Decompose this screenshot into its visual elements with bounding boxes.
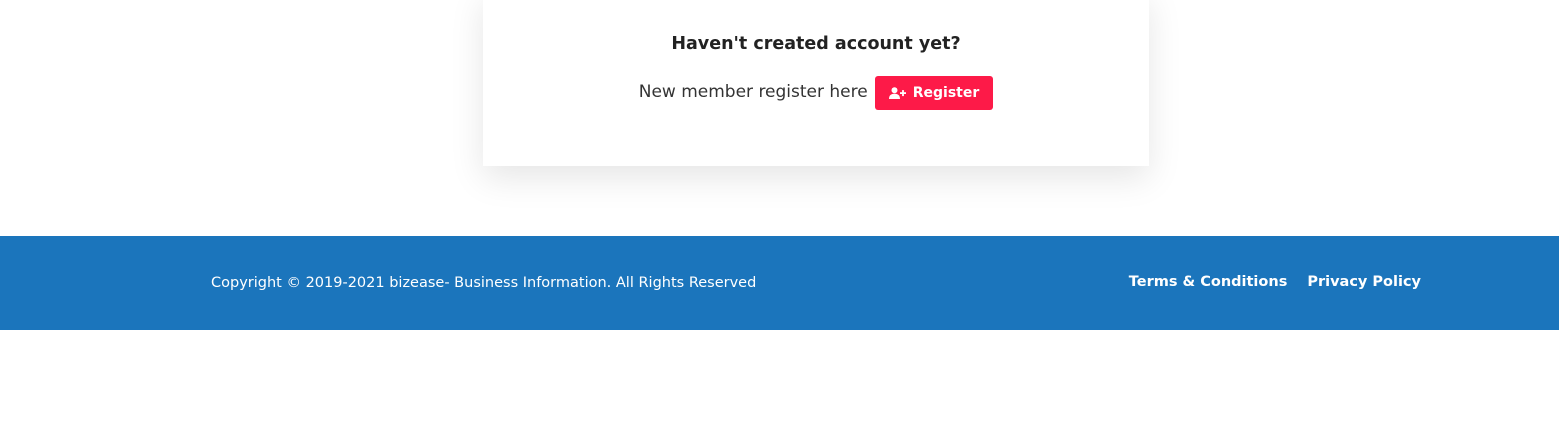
register-prompt-text: New member register here — [638, 82, 868, 102]
terms-conditions-link[interactable]: Terms & Conditions — [1129, 272, 1288, 292]
site-footer: Copyright © 2019-2021 bizease- Business … — [0, 236, 1559, 330]
page: Haven't created account yet? New member … — [0, 0, 1559, 421]
register-row: New member register here Register — [483, 76, 1149, 110]
user-plus-icon — [888, 87, 906, 99]
privacy-policy-link[interactable]: Privacy Policy — [1307, 272, 1421, 292]
register-button-label: Register — [912, 85, 980, 101]
register-button[interactable]: Register — [874, 76, 994, 110]
copyright-text: Copyright © 2019-2021 bizease- Business … — [211, 275, 757, 291]
footer-links: Terms & Conditions Privacy Policy — [1129, 272, 1421, 292]
register-card: Haven't created account yet? New member … — [483, 0, 1149, 166]
register-card-title: Haven't created account yet? — [671, 34, 961, 54]
